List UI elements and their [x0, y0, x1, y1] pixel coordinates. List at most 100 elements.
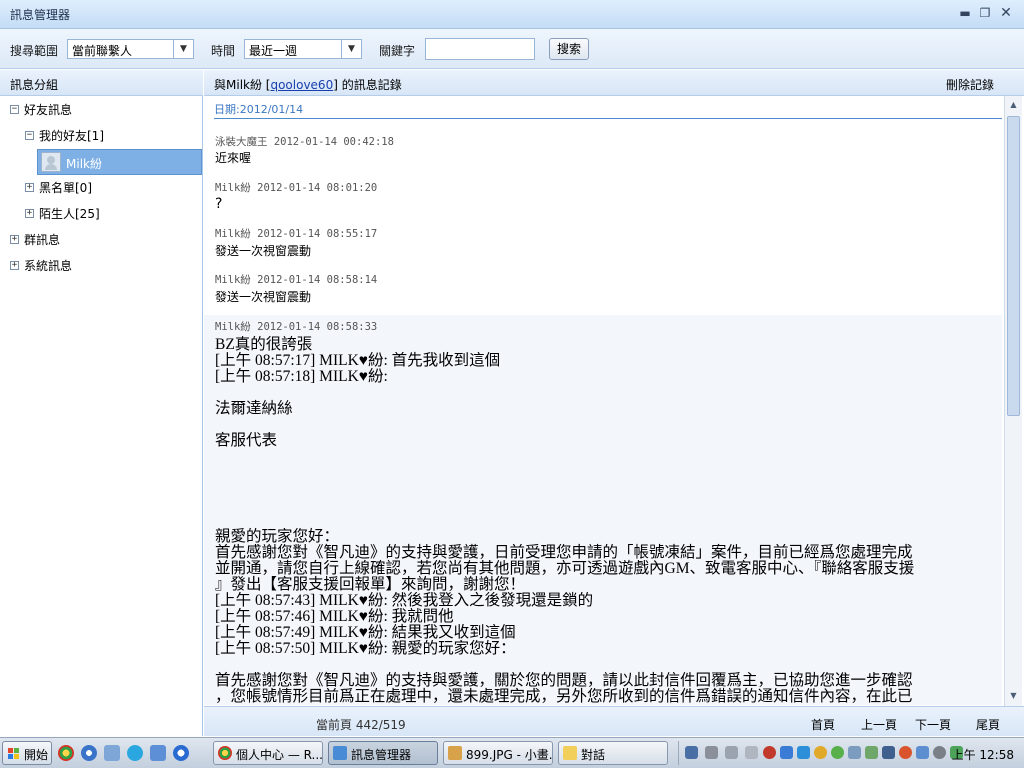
- log-title: 與Milk紛 [qoolove60] 的訊息記錄: [214, 76, 402, 93]
- expand-icon[interactable]: +: [10, 235, 19, 244]
- tree-item-friend-messages[interactable]: − 好友訊息: [0, 99, 200, 121]
- prev-page-button[interactable]: 上一頁: [861, 716, 897, 733]
- antivirus-icon[interactable]: [763, 746, 776, 759]
- message-text: 近來喔: [215, 151, 252, 165]
- expand-icon[interactable]: +: [25, 183, 34, 192]
- message-text: 發送一次視窗震動: [215, 290, 312, 304]
- windows-logo-icon: [8, 748, 20, 760]
- message-text: 發送一次視窗震動: [215, 244, 312, 258]
- message-line: 並開通，請您自行上線確認，若您尚有其他問題，亦可透過遊戲內GM、致電客服中心、『…: [215, 560, 915, 577]
- chevron-down-icon[interactable]: ▼: [341, 40, 361, 58]
- tree-item-blacklist[interactable]: + 黑名單[0]: [0, 177, 200, 199]
- scroll-thumb[interactable]: [1007, 116, 1020, 416]
- scrollbar[interactable]: ▲ ▼: [1004, 96, 1022, 706]
- ie-icon[interactable]: [173, 745, 189, 761]
- tree-item-my-friends[interactable]: − 我的好友[1]: [0, 125, 200, 147]
- message-line: 首先感謝您對《智凡迪》的支持與愛護，關於您的問題，請以此封信件回覆爲主，已協助您…: [215, 672, 913, 689]
- qq-tray-icon[interactable]: [780, 746, 793, 759]
- close-icon[interactable]: ✕: [997, 5, 1015, 21]
- task-chrome[interactable]: 個人中心 — R...: [213, 741, 323, 765]
- desktop-icon[interactable]: [104, 745, 120, 761]
- delete-records-button[interactable]: 刪除記錄: [946, 76, 994, 93]
- battery-icon[interactable]: [745, 746, 758, 759]
- scope-select[interactable]: 當前聯繫人 ▼: [67, 39, 194, 59]
- minimize-icon[interactable]: ▬: [956, 5, 974, 21]
- message-line: [上午 08:57:17] MILK♥紛: 首先我收到這個: [215, 352, 501, 369]
- tree-label[interactable]: 黑名單[0]: [39, 177, 92, 199]
- message-meta: Milk紛 2012-01-14 08:55:17: [215, 228, 378, 240]
- skype-icon[interactable]: [127, 745, 143, 761]
- message-list[interactable]: 泳裝大魔王 2012-01-14 00:42:18 近來喔 Milk紛 2012…: [204, 120, 1004, 705]
- scroll-down-icon[interactable]: ▼: [1006, 688, 1021, 704]
- qq-icon: [333, 746, 347, 760]
- time-value: 最近一週: [249, 44, 298, 58]
- tree-label[interactable]: 群訊息: [24, 229, 60, 251]
- message-meta: Milk紛 2012-01-14 08:58:14: [215, 274, 378, 286]
- task-folder[interactable]: 對話: [558, 741, 668, 765]
- window-switch-icon[interactable]: [150, 745, 166, 761]
- last-page-button[interactable]: 尾頁: [976, 716, 1000, 733]
- display-icon[interactable]: [882, 746, 895, 759]
- message-group-panel: 訊息分組 − 好友訊息 − 我的好友[1] Milk紛 + 黑名單[0] + 陌…: [0, 70, 203, 736]
- tree-label[interactable]: 系統訊息: [24, 255, 72, 277]
- keyword-label: 關鍵字: [379, 44, 416, 58]
- message-manager-window: 訊息管理器 ▬ ❐ ✕ 搜尋範圍 當前聯繫人 ▼ 時間 最近一週 ▼ 關鍵字 搜…: [0, 0, 1024, 768]
- message-line: 』發出【客服支援回報單】來詢問，謝謝您！: [215, 576, 526, 593]
- restore-icon[interactable]: ❐: [976, 5, 994, 21]
- tree-item-contact-selected[interactable]: Milk紛: [37, 149, 202, 175]
- task-label: 訊息管理器: [351, 748, 412, 762]
- collapse-icon[interactable]: −: [25, 131, 34, 140]
- message-line: 客服代表: [215, 432, 278, 449]
- task-label: 899.JPG - 小畫...: [466, 748, 553, 762]
- expand-icon[interactable]: +: [25, 209, 34, 218]
- keyword-input[interactable]: [425, 38, 535, 60]
- avatar: [41, 152, 61, 172]
- volume-icon[interactable]: [725, 746, 738, 759]
- media-player-icon[interactable]: [81, 745, 97, 761]
- network-icon[interactable]: [685, 746, 698, 759]
- taskbar: 開始 個人中心 — R... 訊息管理器 899.JPG - 小畫... 對話: [0, 737, 1024, 768]
- search-button[interactable]: 搜索: [549, 38, 589, 60]
- task-paint[interactable]: 899.JPG - 小畫...: [443, 741, 553, 765]
- time-select[interactable]: 最近一週 ▼: [244, 39, 362, 59]
- task-message-manager[interactable]: 訊息管理器: [328, 741, 438, 765]
- tree-label[interactable]: 好友訊息: [24, 99, 72, 121]
- tree-label[interactable]: 我的好友[1]: [39, 125, 104, 147]
- scope-value: 當前聯繫人: [72, 44, 133, 58]
- collapse-icon[interactable]: −: [10, 105, 19, 114]
- chrome-icon[interactable]: [58, 745, 74, 761]
- qq-penguin-icon[interactable]: [814, 746, 827, 759]
- messenger-icon[interactable]: [797, 746, 810, 759]
- system-tray: 上午 12:58: [678, 741, 1022, 765]
- log-header: 與Milk紛 [qoolove60] 的訊息記錄 刪除記錄: [204, 70, 1024, 96]
- message-log-panel: 與Milk紛 [qoolove60] 的訊息記錄 刪除記錄 日期:2012/01…: [204, 70, 1024, 736]
- tool-icon[interactable]: [705, 746, 718, 759]
- chevron-down-icon[interactable]: ▼: [173, 40, 193, 58]
- time-label: 時間: [211, 44, 236, 58]
- check-icon[interactable]: [831, 746, 844, 759]
- folder-icon: [563, 746, 577, 760]
- tree-item-strangers[interactable]: + 陌生人[25]: [0, 203, 200, 225]
- message-line: BZ真的很誇張: [215, 336, 313, 353]
- message-line: [上午 08:57:49] MILK♥紛: 結果我又收到這個: [215, 624, 516, 641]
- next-page-button[interactable]: 下一頁: [915, 716, 951, 733]
- contact-id-link[interactable]: qoolove60: [270, 78, 333, 92]
- pagination-bar: 當前頁 442/519 首頁 上一頁 下一頁 尾頁: [204, 706, 1024, 736]
- clock: 上午 12:58: [951, 748, 1014, 762]
- gear-icon[interactable]: [933, 746, 946, 759]
- message-text: ?: [215, 196, 223, 212]
- tree-label[interactable]: 陌生人[25]: [39, 203, 100, 225]
- app-tray-icon[interactable]: [899, 746, 912, 759]
- tree-item-group-messages[interactable]: + 群訊息: [0, 229, 200, 251]
- message-meta: 泳裝大魔王 2012-01-14 00:42:18: [215, 136, 394, 148]
- expand-icon[interactable]: +: [10, 261, 19, 270]
- first-page-button[interactable]: 首頁: [811, 716, 835, 733]
- start-button[interactable]: 開始: [2, 741, 52, 765]
- sync-icon[interactable]: [916, 746, 929, 759]
- task-label: 個人中心 — R...: [236, 748, 323, 762]
- contact-name: Milk紛: [66, 157, 102, 171]
- update-icon[interactable]: [865, 746, 878, 759]
- bluetooth-icon[interactable]: [848, 746, 861, 759]
- tree-item-system-messages[interactable]: + 系統訊息: [0, 255, 200, 277]
- scroll-up-icon[interactable]: ▲: [1006, 97, 1021, 113]
